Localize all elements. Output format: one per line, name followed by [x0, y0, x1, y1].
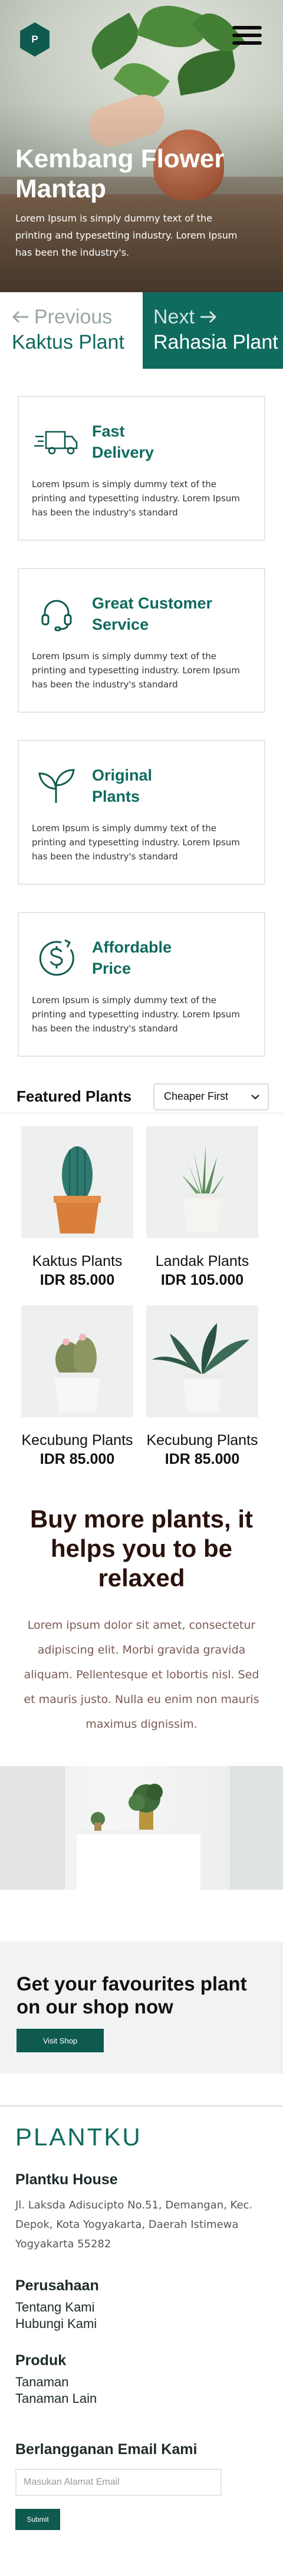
chevron-down-icon: [251, 1094, 259, 1099]
hero-title: Kembang Flower Mantap: [15, 144, 225, 203]
hero-description: Lorem Ipsum is simply dummy text of the …: [15, 213, 238, 258]
feature-card: Original Plants Lorem Ipsum is simply du…: [18, 740, 265, 885]
product-name: Kaktus Plants: [32, 1253, 123, 1269]
arrow-left-icon: [12, 310, 28, 323]
promo-text: Lorem ipsum dolor sit amet, consectetur …: [24, 1619, 259, 1731]
product-image: [146, 1305, 258, 1417]
shop-cta: Get your favourites plant on our shop no…: [0, 1942, 283, 2074]
feature-text: Lorem Ipsum is simply dummy text of the …: [32, 995, 240, 1034]
previous-link[interactable]: Previous Kaktus Plant: [0, 292, 143, 369]
interior-photo: [0, 1766, 283, 1890]
previous-title: Kaktus Plant: [12, 331, 124, 353]
footer-address: Jl. Laksda Adisucipto No.51, Demangan, K…: [15, 2199, 253, 2250]
promo-section: Buy more plants, it helps you to be rela…: [0, 1484, 283, 1737]
product-image: [21, 1126, 133, 1238]
cta-title: Get your favourites plant on our shop no…: [17, 1973, 247, 2018]
footer-company-title: Perusahaan: [15, 2277, 99, 2294]
next-link[interactable]: Next Rahasia Plant: [143, 292, 283, 369]
feature-text: Lorem Ipsum is simply dummy text of the …: [32, 651, 240, 690]
feature-text: Lorem Ipsum is simply dummy text of the …: [32, 823, 240, 862]
product-image: [21, 1305, 133, 1417]
next-title: Rahasia Plant: [153, 331, 278, 353]
featured-plants-title: Featured Plants: [17, 1087, 132, 1105]
feature-title: Great Customer Service: [92, 594, 213, 633]
product-name: Kecubung Plants: [21, 1432, 133, 1449]
footer: PLANTKU Plantku House Jl. Laksda Adisuci…: [0, 2105, 283, 2530]
plant-leaves-icon: [32, 761, 81, 811]
submit-button[interactable]: Submit: [15, 2509, 60, 2530]
footer-link-about[interactable]: Tentang Kami: [15, 2299, 268, 2316]
product-card[interactable]: Kaktus Plants IDR 85.000: [21, 1126, 133, 1290]
product-price: IDR 105.000: [160, 1272, 244, 1288]
previous-label: Previous: [34, 306, 113, 328]
footer-house-title: Plantku House: [15, 2171, 118, 2188]
feature-title: Fast Delivery: [92, 422, 154, 461]
delivery-truck-icon: [32, 417, 81, 467]
arrow-right-icon: [200, 310, 217, 323]
footer-link-contact[interactable]: Hubungi Kami: [15, 2316, 268, 2332]
product-name: Landak Plants: [155, 1253, 249, 1269]
hamburger-menu-icon[interactable]: [232, 26, 262, 49]
features-section: Fast Delivery Lorem Ipsum is simply dumm…: [0, 369, 283, 1057]
logo-letter: P: [31, 34, 38, 45]
product-grid: Kaktus Plants IDR 85.000 Landak Plants I…: [0, 1113, 283, 1484]
post-navigation: Previous Kaktus Plant Next Rahasia Plant: [0, 292, 283, 369]
hero-banner: P Kembang Flower Mantap Lorem Ipsum is s…: [0, 0, 283, 292]
product-card[interactable]: Kecubung Plants IDR 85.000: [146, 1305, 258, 1469]
feature-title: Affordable Price: [92, 938, 172, 977]
headset-icon: [32, 589, 81, 639]
product-card[interactable]: Landak Plants IDR 105.000: [146, 1126, 258, 1290]
feature-card: Great Customer Service Lorem Ipsum is si…: [18, 568, 265, 713]
product-price: IDR 85.000: [40, 1451, 115, 1467]
product-name: Kecubung Plants: [146, 1432, 258, 1449]
footer-brand: PLANTKU: [15, 2123, 142, 2151]
subscribe-title: Berlangganan Email Kami: [15, 2441, 198, 2458]
footer-link-plants[interactable]: Tanaman: [15, 2374, 268, 2390]
sort-select[interactable]: Cheaper First: [153, 1083, 269, 1110]
product-price: IDR 85.000: [164, 1451, 240, 1467]
dollar-badge-icon: [32, 933, 81, 983]
product-price: IDR 85.000: [40, 1272, 115, 1288]
product-image: [146, 1126, 258, 1238]
sort-select-value: Cheaper First: [164, 1090, 229, 1102]
feature-card: Fast Delivery Lorem Ipsum is simply dumm…: [18, 396, 265, 541]
featured-plants-header: Featured Plants Cheaper First: [0, 1080, 283, 1113]
promo-title: Buy more plants, it helps you to be rela…: [29, 1505, 254, 1592]
feature-title: Original Plants: [92, 766, 153, 805]
feature-card: Affordable Price Lorem Ipsum is simply d…: [18, 912, 265, 1057]
footer-product-title: Produk: [15, 2352, 67, 2369]
email-input[interactable]: [15, 2469, 222, 2496]
visit-shop-button[interactable]: Visit Shop: [17, 2029, 104, 2052]
page: P Kembang Flower Mantap Lorem Ipsum is s…: [0, 0, 283, 2530]
feature-text: Lorem Ipsum is simply dummy text of the …: [32, 479, 240, 518]
product-card[interactable]: Kecubung Plants IDR 85.000: [21, 1305, 133, 1469]
footer-link-other-plants[interactable]: Tanaman Lain: [15, 2390, 268, 2407]
next-label: Next: [153, 306, 195, 328]
